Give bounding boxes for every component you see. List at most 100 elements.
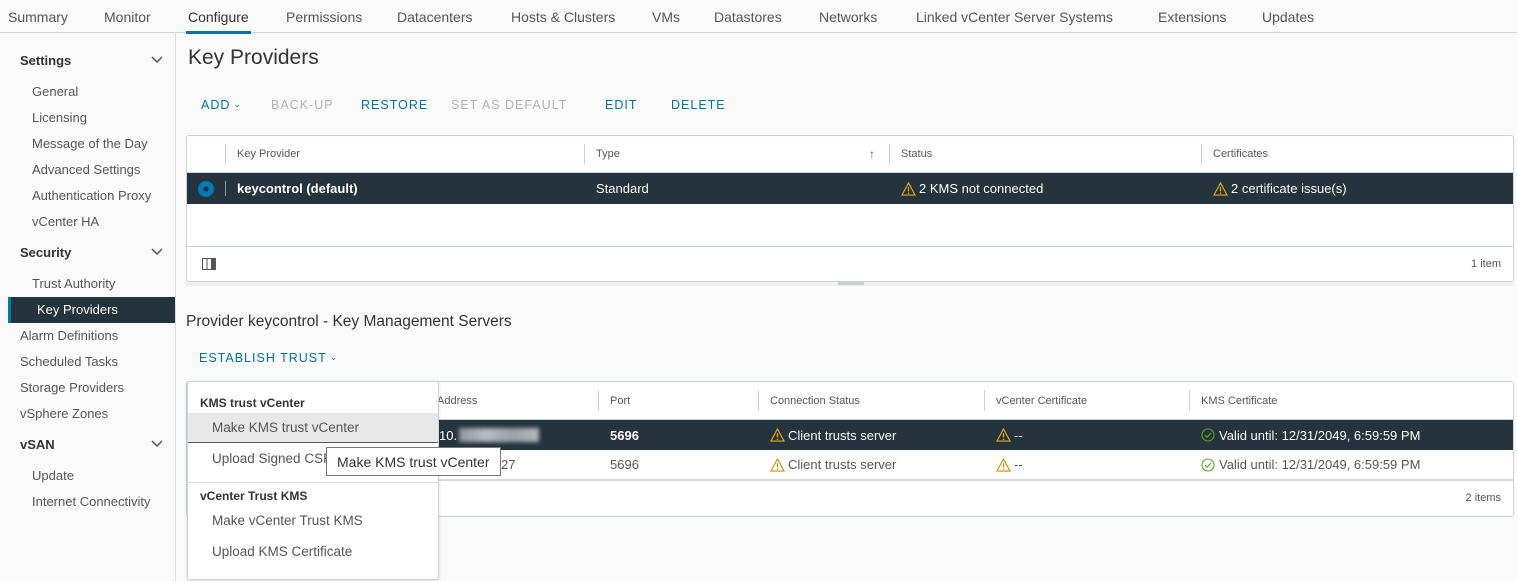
sidebar-item-trust-authority[interactable]: Trust Authority [32,276,115,291]
sidebar-item-vsphere-zones[interactable]: vSphere Zones [20,406,108,421]
column-header-connection-status[interactable]: Connection Status [758,382,984,419]
tab-extensions[interactable]: Extensions [1158,9,1226,25]
tab-hosts-clusters[interactable]: Hosts & Clusters [511,9,615,25]
warning-icon [770,428,785,442]
sidebar-item-internet-connectivity[interactable]: Internet Connectivity [32,494,151,509]
grid-footer: 1 item [187,246,1513,281]
add-button-label: ADD [201,98,231,112]
row-radio[interactable] [187,173,225,204]
tab-updates[interactable]: Updates [1262,9,1314,25]
redacted-address [459,428,540,442]
column-toggle-icon[interactable] [202,258,216,270]
splitter-handle[interactable] [838,282,864,285]
column-header-port[interactable]: Port [598,382,758,419]
restore-button[interactable]: RESTORE [361,98,428,112]
column-header-certificates[interactable]: Certificates [1201,136,1513,172]
kms-cert-text: Valid until: 12/31/2049, 6:59:59 PM [1219,457,1421,472]
column-header-address[interactable]: Address [425,382,598,419]
warning-icon [996,457,1011,472]
edit-button[interactable]: EDIT [605,98,637,112]
column-label: Status [901,148,933,160]
cell-connection-status: Client trusts server [758,450,896,479]
chevron-down-icon [151,248,163,256]
tab-monitor[interactable]: Monitor [104,9,151,25]
page-title: Key Providers [188,46,319,69]
tab-summary[interactable]: Summary [8,9,68,25]
tab-datastores[interactable]: Datastores [714,9,782,25]
check-circle-icon [1201,428,1215,442]
delete-button[interactable]: DELETE [671,98,726,112]
sidebar-item-message-of-the-day[interactable]: Message of the Day [32,136,148,151]
address-text: 10. [439,427,458,443]
column-label: Type [596,148,620,160]
tab-configure[interactable]: Configure [186,9,251,34]
cell-vcenter-certificate: -- [984,420,1023,450]
warning-icon [901,181,916,196]
sidebar-group-label: Settings [20,53,72,68]
tab-permissions[interactable]: Permissions [286,9,362,25]
chevron-down-icon [151,440,163,448]
sidebar: Settings General Licensing Message of th… [0,33,176,581]
menu-item-make-vcenter-trust-kms[interactable]: Make vCenter Trust KMS [188,506,438,536]
sidebar-item-key-providers[interactable]: Key Providers [8,297,175,323]
tab-vms[interactable]: VMs [652,9,680,25]
column-header-key-provider[interactable]: Key Provider [225,136,585,172]
column-label: vCenter Certificate [996,394,1088,407]
tab-datacenters[interactable]: Datacenters [397,9,472,25]
add-button[interactable]: ADD ⌄ [201,98,242,112]
cell-address: 10. [425,420,540,450]
kms-cert-text: Valid until: 12/31/2049, 6:59:59 PM [1219,427,1421,443]
vcenter-cert-text: -- [1014,457,1023,472]
column-header-vcenter-certificate[interactable]: vCenter Certificate [984,382,1189,419]
sidebar-group-label: vSAN [20,437,55,452]
column-label: Port [610,394,631,407]
sidebar-item-storage-providers[interactable]: Storage Providers [20,380,124,395]
column-label: Key Provider [237,148,300,160]
cell-kms-certificate: Valid until: 12/31/2049, 6:59:59 PM [1189,450,1420,479]
sidebar-group-security[interactable]: Security [20,245,166,260]
radio-selected-icon [198,180,214,197]
column-label: Connection Status [770,394,860,407]
column-header-type[interactable]: Type ↑ [584,136,889,172]
backup-button[interactable]: BACK-UP [271,98,334,112]
item-count: 2 items [1465,492,1501,504]
sidebar-item-general[interactable]: General [32,84,78,99]
menu-divider [188,482,438,483]
grid-header: Key Provider Type ↑ Status Certificates [187,136,1513,173]
cell-status: 2 KMS not connected [889,173,1043,204]
sidebar-item-advanced-settings[interactable]: Advanced Settings [32,162,140,177]
warning-icon [1213,181,1228,196]
sidebar-item-scheduled-tasks[interactable]: Scheduled Tasks [20,354,118,369]
sidebar-item-alarm-definitions[interactable]: Alarm Definitions [20,328,118,343]
establish-trust-menu: KMS trust vCenter Make KMS trust vCenter… [187,381,439,580]
column-label: KMS Certificate [1201,394,1278,407]
chevron-down-icon: ⌄ [329,352,339,362]
column-label: Address [437,394,478,407]
set-as-default-button[interactable]: SET AS DEFAULT [451,98,567,112]
tab-linked-vcenter[interactable]: Linked vCenter Server Systems [916,9,1113,25]
status-text: 2 KMS not connected [919,181,1044,196]
sidebar-item-vcenter-ha[interactable]: vCenter HA [32,214,99,229]
table-row[interactable]: keycontrol (default) Standard 2 KMS not … [187,173,1513,204]
sidebar-group-settings[interactable]: Settings [20,53,166,68]
tab-networks[interactable]: Networks [819,9,877,25]
cell-connection-status: Client trusts server [758,420,896,450]
tooltip: Make KMS trust vCenter [326,447,501,476]
warning-icon [770,457,785,472]
sidebar-item-authentication-proxy[interactable]: Authentication Proxy [32,188,151,203]
pane-splitter[interactable] [186,282,1513,286]
menu-item-make-kms-trust-vcenter[interactable]: Make KMS trust vCenter [188,413,438,443]
menu-item-upload-kms-certificate[interactable]: Upload KMS Certificate [188,537,438,567]
sidebar-item-licensing[interactable]: Licensing [32,110,87,125]
sidebar-group-vsan[interactable]: vSAN [20,437,166,452]
column-header-kms-certificate[interactable]: KMS Certificate [1189,382,1513,419]
sidebar-item-vsan-update[interactable]: Update [32,468,74,483]
establish-trust-button[interactable]: ESTABLISH TRUST ⌄ [199,351,338,365]
connection-status-text: Client trusts server [788,427,897,443]
connection-status-text: Client trusts server [788,457,897,472]
column-label: Certificates [1213,148,1269,160]
cell-vcenter-certificate: -- [984,450,1023,479]
cell-key-provider: keycontrol (default) [237,181,358,196]
certificates-text: 2 certificate issue(s) [1231,181,1347,196]
column-header-status[interactable]: Status [889,136,1201,172]
